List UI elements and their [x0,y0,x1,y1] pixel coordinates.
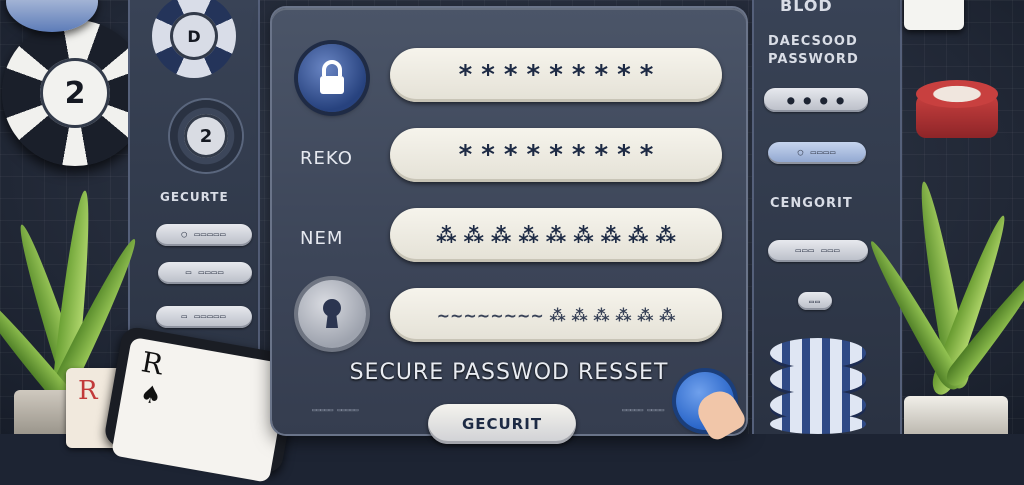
right-title-line1: DAECSOOD [768,34,858,49]
left-mini-button-1[interactable]: ◯ ▭▭▭▭▭ [156,224,252,246]
card-rank: R [138,345,166,382]
playing-card-top-right [904,0,964,30]
right-mini-button-2[interactable]: ▭▭▭ ▭▭▭ [768,240,868,262]
right-mini-button-1[interactable]: ◯ ▭▭▭▭ [768,142,866,164]
plant-right [862,170,1024,434]
right-top-label: BLOD [780,0,833,15]
password-mask: ~~~~~~~~ ⁂ ⁂ ⁂ ⁂ ⁂ ⁂ [436,305,676,325]
poker-chip-small-top: D [152,0,236,78]
left-panel-label: GECURTE [160,190,229,204]
red-chip [916,80,998,140]
left-mini-button-3[interactable]: ▭ ▭▭▭▭▭ [156,306,252,328]
page-title: SECURE PASSWOD RESSET [349,360,669,385]
poker-chip-large: 2 [2,20,148,166]
left-mini-button-2[interactable]: ▭ ▭▭▭▭ [158,262,252,284]
keyhole-icon [298,280,366,348]
poker-chip-stack [770,338,866,434]
small-icon-button[interactable]: ▭▭ [798,292,832,310]
spade-icon: ♠ [137,379,164,411]
password-field-current[interactable]: * * * * * * * * * [390,48,722,102]
field-label-3: NEM [300,228,344,249]
password-reset-card: * * * * * * * * * REKO * * * * * * * * *… [272,8,746,444]
touch-button[interactable] [676,372,749,444]
right-mid-label: CENGORIT [770,196,853,211]
password-mask: * * * * * * * * * [458,60,654,90]
password-mask: * * * * * * * * * [458,140,654,170]
right-title-line2: PASSWORD [768,52,859,67]
chip-value: 2 [184,114,228,158]
chip-value: D [170,12,218,60]
password-field-hint[interactable]: ~~~~~~~~ ⁂ ⁂ ⁂ ⁂ ⁂ ⁂ [390,288,722,342]
chip-value: 2 [40,58,110,128]
field-label-2: REKO [300,148,353,169]
password-dots-button[interactable]: ● ● ● ● [764,88,868,112]
card-rank: R [78,376,98,406]
lock-icon [298,44,366,112]
submit-button[interactable]: GECURIT [428,404,576,444]
password-field-confirm[interactable]: ⁂ ⁂ ⁂ ⁂ ⁂ ⁂ ⁂ ⁂ ⁂ [390,208,722,262]
password-mask: ⁂ ⁂ ⁂ ⁂ ⁂ ⁂ ⁂ ⁂ ⁂ [436,223,676,247]
password-field-new[interactable]: * * * * * * * * * [390,128,722,182]
hint-text-left: ▭▭▭▭▭ ▭▭▭▭▭ [312,406,359,414]
poker-chip-small-mid: 2 [170,100,242,172]
